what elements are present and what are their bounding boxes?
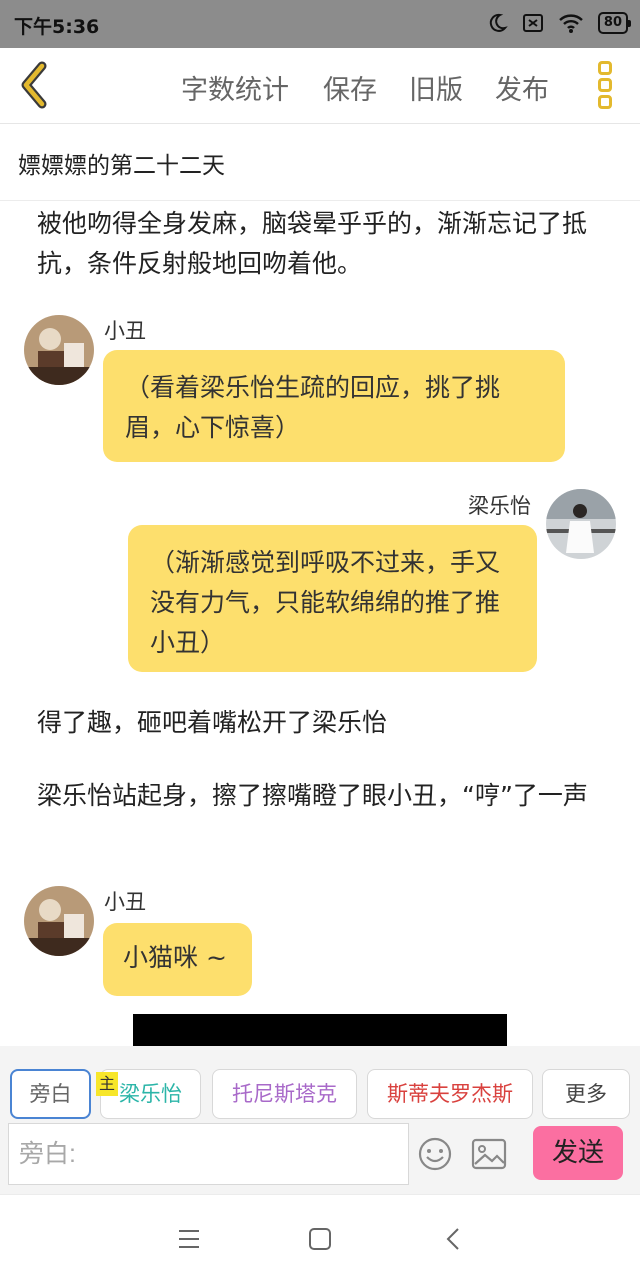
- save-button[interactable]: 保存: [323, 68, 377, 107]
- word-count-button[interactable]: 字数统计: [181, 68, 289, 107]
- chat-bubble[interactable]: （渐渐感觉到呼吸不过来，手又没有力气，只能软绵绵的推了推小丑）: [128, 525, 537, 672]
- role-tony-stark-button[interactable]: 托尼斯塔克: [212, 1069, 357, 1119]
- role-label: 旁白: [29, 1082, 72, 1106]
- moon-icon: [489, 13, 508, 32]
- role-label: 托尼斯塔克: [232, 1082, 337, 1106]
- message-input[interactable]: [8, 1123, 409, 1185]
- redaction-bar: [133, 1014, 507, 1046]
- sim-off-icon: [522, 14, 543, 32]
- chapter-title[interactable]: 嫖嫖嫖的第二十二天: [18, 146, 225, 180]
- send-button[interactable]: 发送: [533, 1126, 623, 1180]
- speaker-name: 梁乐怡: [468, 494, 531, 518]
- main-character-badge: 主: [96, 1072, 118, 1096]
- status-time: 下午5:36: [14, 16, 100, 38]
- role-label: 更多: [565, 1082, 607, 1106]
- image-icon[interactable]: [471, 1138, 507, 1170]
- home-icon[interactable]: [306, 1225, 334, 1253]
- back-icon[interactable]: [440, 1225, 468, 1253]
- narration-text: 梁乐怡站起身，擦了擦嘴瞪了眼小丑，“哼”了一声: [37, 781, 588, 810]
- battery-icon: 80: [597, 12, 632, 34]
- role-steve-rogers-button[interactable]: 斯蒂夫罗杰斯: [367, 1069, 533, 1119]
- role-narrator-button[interactable]: 旁白: [10, 1069, 91, 1119]
- chat-bubble[interactable]: 小猫咪 ~: [103, 923, 252, 996]
- narration-text: 被他吻得全身发麻，脑袋晕乎乎的，渐渐忘记了抵抗，条件反射般地回吻着他。: [37, 209, 588, 278]
- menu-icon[interactable]: [175, 1225, 203, 1253]
- narration-text: 得了趣，砸吧着嘴松开了梁乐怡: [37, 708, 388, 737]
- speaker-name: 小丑: [104, 890, 146, 914]
- top-toolbar: 字数统计 保存 旧版 发布: [0, 48, 640, 124]
- avatar-clown[interactable]: [24, 886, 94, 956]
- back-arrow-icon[interactable]: [14, 60, 54, 110]
- system-nav-bar: [0, 1194, 640, 1280]
- status-icons: 80: [486, 12, 632, 34]
- old-version-button[interactable]: 旧版: [409, 68, 463, 107]
- chat-bubble[interactable]: （看着梁乐怡生疏的回应，挑了挑眉，心下惊喜）: [103, 350, 565, 462]
- wifi-icon: [559, 14, 583, 33]
- emoji-icon[interactable]: [417, 1136, 453, 1172]
- status-bar: 下午5:36 80: [0, 0, 640, 48]
- publish-button[interactable]: 发布: [495, 68, 549, 107]
- speaker-name: 小丑: [104, 319, 146, 343]
- more-roles-button[interactable]: 更多: [542, 1069, 630, 1119]
- avatar-clown[interactable]: [24, 315, 94, 385]
- avatar-liang-leyi[interactable]: [546, 489, 616, 559]
- role-label: 梁乐怡: [119, 1082, 182, 1106]
- more-menu-icon[interactable]: [592, 58, 618, 114]
- role-label: 斯蒂夫罗杰斯: [387, 1082, 513, 1106]
- divider: [0, 200, 640, 201]
